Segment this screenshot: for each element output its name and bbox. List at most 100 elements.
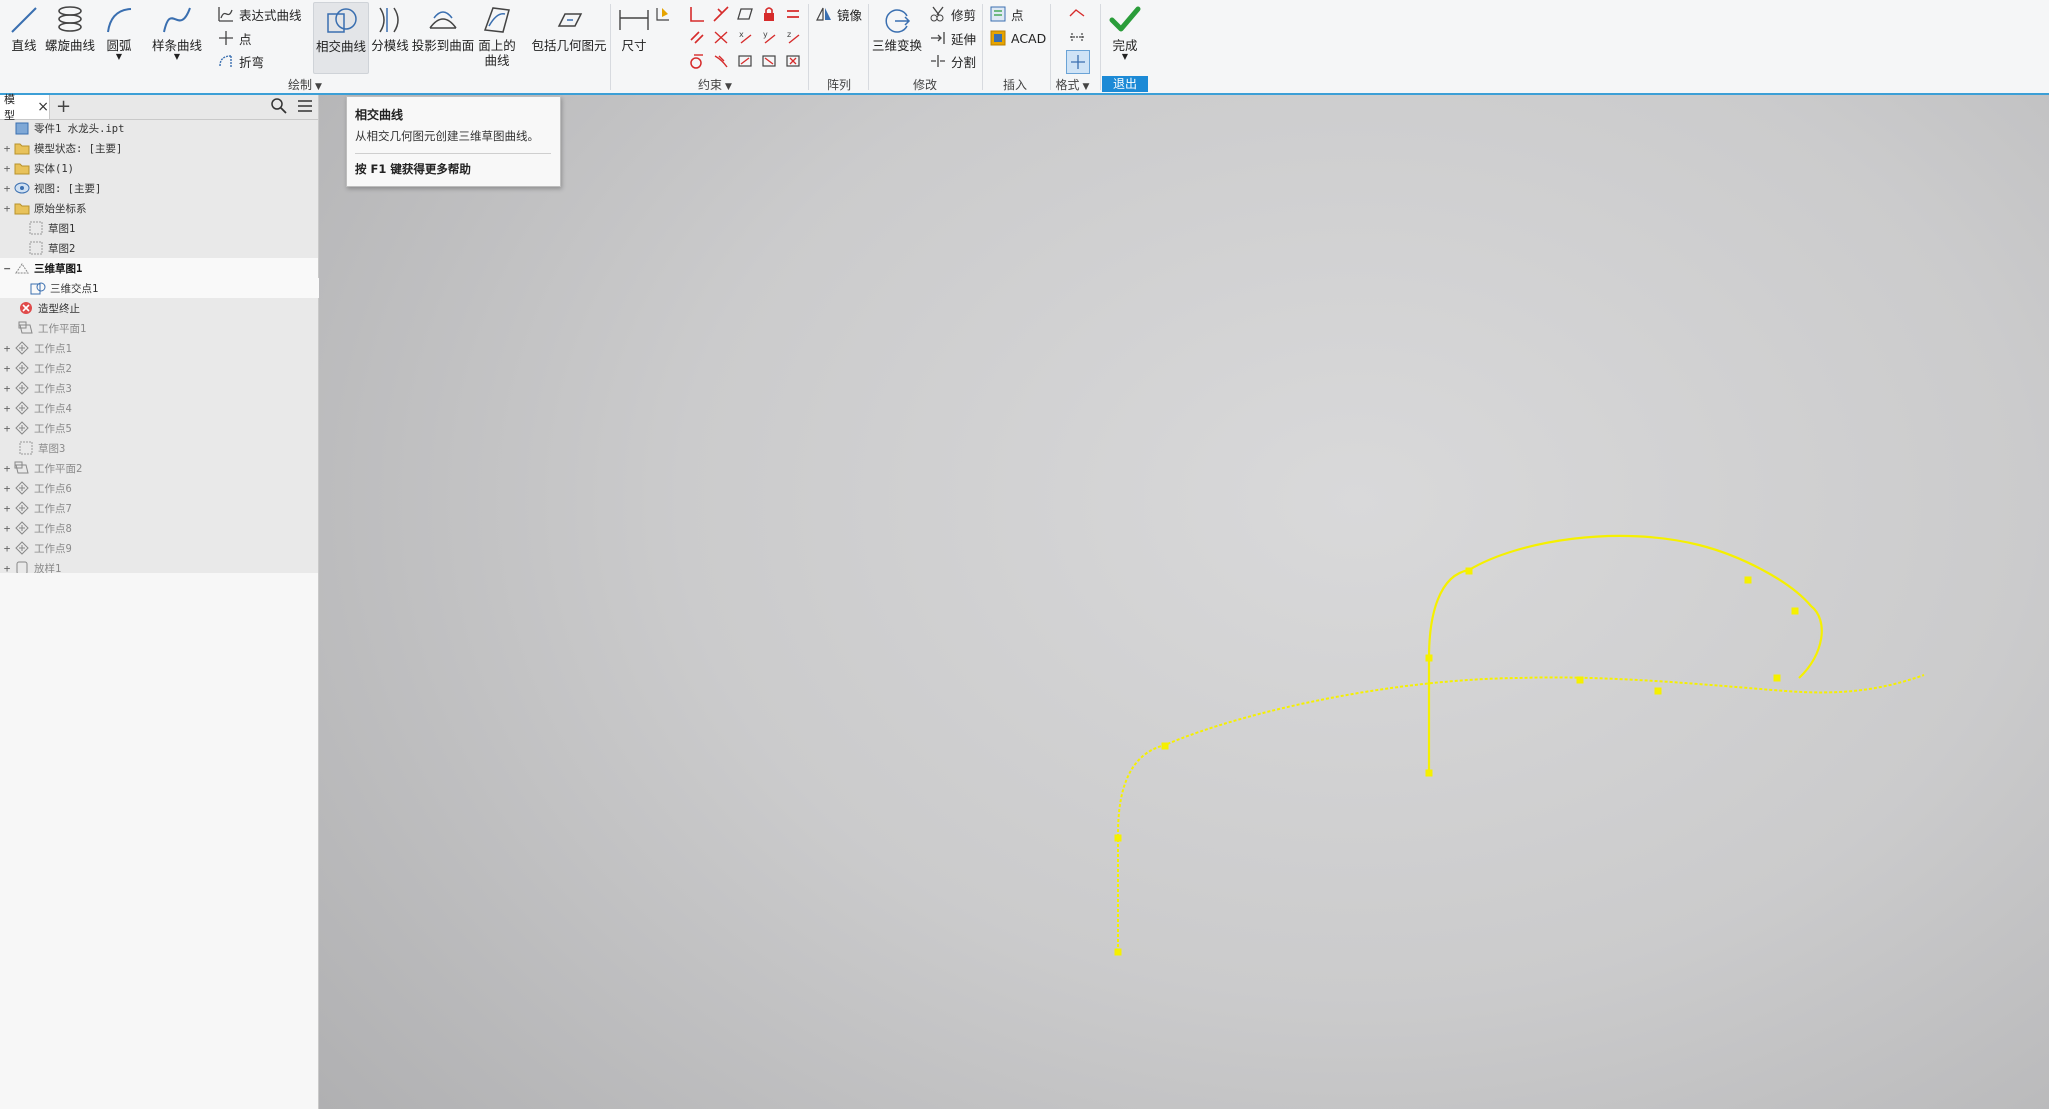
split-button[interactable]: 分割 [928,50,976,72]
sketch-point[interactable] [1576,676,1584,684]
collinear-constraint-icon[interactable] [710,26,732,48]
arc-button[interactable]: 圆弧 ▼ [100,2,138,61]
sketch-curve-segment[interactable] [1117,674,1925,952]
dimension-button[interactable]: 尺寸 [614,2,654,53]
expand-toggle-icon[interactable]: + [2,402,12,415]
trim-button[interactable]: 修剪 [928,3,976,25]
silhouette-curve-button[interactable]: 分模线 [370,2,410,53]
tree-node[interactable]: + 模型状态: [主要] [0,138,318,158]
intersection-curve-button[interactable]: 相交曲线 [313,2,369,74]
constrain-group-label[interactable]: 约束 ▼ [690,76,740,93]
tree-node[interactable]: 草图2 [0,238,332,258]
tree-node[interactable]: + 工作平面2 [0,458,318,478]
parallel-constraint-icon[interactable] [686,26,708,48]
search-icon[interactable] [270,97,288,118]
close-icon[interactable]: × [37,99,49,115]
point-button[interactable]: 点 [216,27,252,49]
tree-node[interactable]: + 实体(1) [0,158,318,178]
import-points-button[interactable]: 点 [988,3,1024,25]
tree-node[interactable]: + 原始坐标系 [0,198,318,218]
on-face-constraint-icon[interactable] [734,50,756,72]
sketch-point[interactable] [1465,567,1473,575]
tab-model[interactable]: 模型 × [0,93,50,122]
tree-node[interactable]: + 工作点4 [0,398,318,418]
sketch-canvas[interactable] [319,95,2049,1109]
expand-toggle-icon[interactable]: + [2,342,12,355]
coincident-constraint-icon[interactable] [710,3,732,25]
y-constraint-icon[interactable]: y [758,26,780,48]
smooth-constraint-icon[interactable] [710,50,732,72]
centerline-icon[interactable] [1066,26,1088,48]
format-group-label[interactable]: 格式 ▼ [1050,76,1095,93]
sketch-point[interactable] [1654,687,1662,695]
draw-group-label[interactable]: 绘制 ▼ [280,76,330,93]
tangent-constraint-icon[interactable] [686,50,708,72]
construction-icon[interactable] [1066,3,1088,25]
sketch-curve-segment[interactable] [1427,534,1823,773]
menu-icon[interactable] [296,97,314,118]
graphics-viewport[interactable] [319,95,2049,1109]
tree-node[interactable]: + 工作点1 [0,338,318,358]
tree-node[interactable]: + 工作点7 [0,498,318,518]
extend-button[interactable]: 延伸 [928,27,976,49]
tree-node[interactable]: 三维交点1 [0,278,334,298]
auto-dimension-icon[interactable] [652,3,674,25]
expand-toggle-icon[interactable]: + [2,502,12,515]
bend-button[interactable]: 折弯 [216,50,264,72]
mirror-button[interactable]: 镜像 [814,3,862,25]
equal-constraint-icon[interactable] [782,3,804,25]
x-constraint-icon[interactable]: x [734,26,756,48]
tree-node[interactable]: + 工作点9 [0,538,318,558]
expand-toggle-icon[interactable]: + [2,202,12,215]
tree-node[interactable]: 零件1 水龙头.ipt [0,118,318,138]
equation-curve-button[interactable]: 表达式曲线 [216,3,302,25]
helix-button[interactable]: 螺旋曲线 [44,2,96,53]
tree-node[interactable]: 草图3 [0,438,322,458]
expand-toggle-icon[interactable]: + [2,142,12,155]
expand-toggle-icon[interactable]: + [2,182,12,195]
tree-node[interactable]: 造型终止 [0,298,322,318]
expand-toggle-icon[interactable]: − [2,262,12,275]
tree-node[interactable]: + 工作点3 [0,378,318,398]
sketch-point[interactable] [1744,576,1752,584]
reference-icon[interactable] [1066,50,1090,74]
include-geometry-button[interactable]: 包括几何图元 [530,2,608,53]
show-constraints-icon[interactable] [782,50,804,72]
sketch-point[interactable] [1791,607,1799,615]
expand-toggle-icon[interactable]: + [2,462,12,475]
fix-constraint-icon[interactable] [758,3,780,25]
tree-node[interactable]: + 工作点8 [0,518,318,538]
expand-toggle-icon[interactable]: + [2,482,12,495]
expand-toggle-icon[interactable]: + [2,522,12,535]
curve-on-face-button[interactable]: 面上的曲线 [476,2,518,68]
tree-node[interactable]: + 工作点6 [0,478,318,498]
tree-node[interactable]: 草图1 [0,218,332,238]
expand-toggle-icon[interactable]: + [2,542,12,555]
expand-toggle-icon[interactable]: + [2,162,12,175]
tree-node[interactable]: 工作平面1 [0,318,322,338]
line-button[interactable]: 直线 [4,2,44,53]
sketch-point[interactable] [1425,769,1433,777]
sketch-point[interactable] [1773,674,1781,682]
expand-toggle-icon[interactable]: + [2,422,12,435]
transform-3d-button[interactable]: 三维变换 [872,2,922,53]
tree-node[interactable]: − 三维草图1 [0,258,318,278]
tree-node[interactable]: + 视图: [主要] [0,178,318,198]
tree-node[interactable]: + 工作点2 [0,358,318,378]
sketch-point[interactable] [1161,742,1169,750]
sketch-point[interactable] [1114,948,1122,956]
project-to-surface-button[interactable]: 投影到曲面 [411,2,475,53]
spline-button[interactable]: 样条曲线 ▼ [150,2,204,61]
sketch-point[interactable] [1114,834,1122,842]
sketch-point[interactable] [1425,654,1433,662]
perpendicular-constraint-icon[interactable] [686,3,708,25]
plane-constraint-icon[interactable] [758,50,780,72]
acad-button[interactable]: ACAD [988,27,1046,49]
finish-sketch-button[interactable]: 完成 ▼ [1104,2,1146,61]
z-constraint-icon[interactable]: z [782,26,804,48]
add-tab-icon[interactable]: + [56,96,71,117]
parallel-plane-constraint-icon[interactable] [734,3,756,25]
expand-toggle-icon[interactable]: + [2,362,12,375]
expand-toggle-icon[interactable]: + [2,382,12,395]
tree-node[interactable]: + 工作点5 [0,418,318,438]
